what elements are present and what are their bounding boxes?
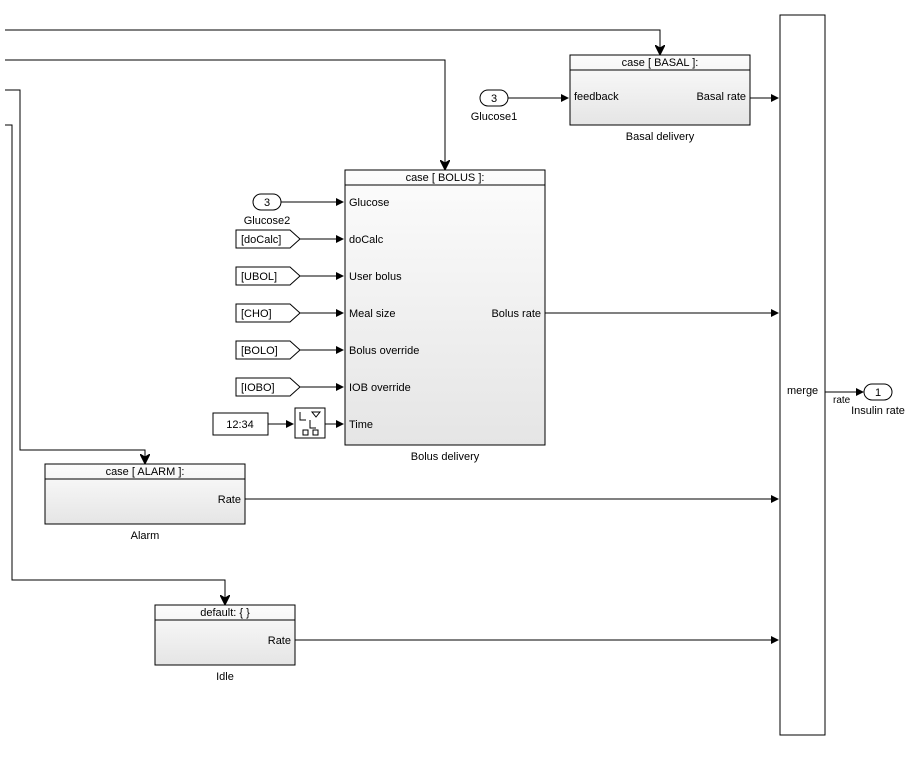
outport-number: 1 (875, 387, 881, 399)
action-signal-bolus (5, 60, 445, 168)
from-doCalc-text: [doCalc] (241, 234, 281, 246)
bolus-port-docalc: doCalc (349, 234, 384, 246)
merge-label: merge (787, 385, 818, 397)
from-bolo-text: [BOLO] (241, 345, 278, 357)
basal-delivery-block[interactable]: case [ BASAL ]: feedback Basal rate Basa… (570, 55, 750, 143)
bolus-delivery-block[interactable]: case [ BOLUS ]: Glucose doCalc User bolu… (345, 170, 545, 463)
inport-glucose1-name: Glucose1 (471, 111, 517, 123)
basal-port-in: feedback (574, 91, 619, 103)
bolus-port-bolusoverride: Bolus override (349, 345, 419, 357)
bolus-port-userbolus: User bolus (349, 271, 402, 283)
bolus-port-time: Time (349, 419, 373, 431)
alarm-port-out: Rate (218, 494, 241, 506)
bolus-name: Bolus delivery (411, 451, 480, 463)
from-iobo-text: [IOBO] (241, 382, 275, 394)
basal-name: Basal delivery (626, 131, 695, 143)
merge-out-label: rate (833, 395, 851, 406)
inport-glucose2[interactable]: 3 Glucose2 (244, 194, 290, 227)
idle-port-out: Rate (268, 635, 291, 647)
from-bolo[interactable]: [BOLO] (236, 341, 300, 359)
bolus-port-out: Bolus rate (491, 308, 541, 320)
basal-header: case [ BASAL ]: (622, 57, 699, 69)
idle-header: default: { } (200, 607, 250, 619)
action-signal-alarm (5, 90, 145, 462)
outport-name: Insulin rate (851, 405, 905, 417)
merge-block[interactable]: merge (780, 15, 825, 735)
inport-glucose2-name: Glucose2 (244, 215, 290, 227)
basal-port-out: Basal rate (696, 91, 746, 103)
action-signal-basal (5, 30, 660, 53)
from-cho-text: [CHO] (241, 308, 272, 320)
outport-insulin-rate[interactable]: 1 Insulin rate (851, 384, 905, 417)
idle-name: Idle (216, 671, 234, 683)
action-signal-idle (5, 125, 225, 603)
from-iobo[interactable]: [IOBO] (236, 378, 300, 396)
alarm-name: Alarm (131, 530, 160, 542)
bolus-port-glucose: Glucose (349, 197, 389, 209)
simulink-diagram: merge rate 1 Insulin rate case [ BASAL ]… (0, 0, 916, 767)
bolus-header: case [ BOLUS ]: (406, 172, 485, 184)
from-ubol[interactable]: [UBOL] (236, 267, 300, 285)
alarm-block[interactable]: case [ ALARM ]: Rate Alarm (45, 464, 245, 542)
from-ubol-text: [UBOL] (241, 271, 277, 283)
from-cho[interactable]: [CHO] (236, 304, 300, 322)
idle-block[interactable]: default: { } Rate Idle (155, 605, 295, 683)
bolus-port-ioboverride: IOB override (349, 382, 411, 394)
inport-glucose1-num: 3 (491, 93, 497, 105)
constant-clock-text: 12:34 (226, 419, 254, 431)
rate-transition-block[interactable] (295, 408, 325, 438)
alarm-header: case [ ALARM ]: (106, 466, 185, 478)
constant-clock[interactable]: 12:34 (213, 413, 268, 435)
inport-glucose1[interactable]: 3 Glucose1 (471, 90, 517, 123)
bolus-port-mealsize: Meal size (349, 308, 395, 320)
inport-glucose2-num: 3 (264, 197, 270, 209)
from-doCalc[interactable]: [doCalc] (236, 230, 300, 248)
